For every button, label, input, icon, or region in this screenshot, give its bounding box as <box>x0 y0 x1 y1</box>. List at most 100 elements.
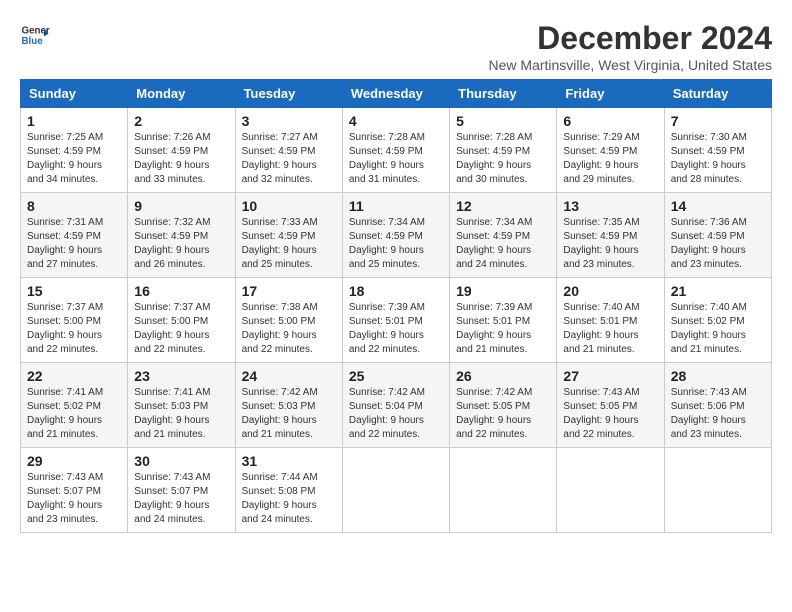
sunset: Sunset: 5:07 PM <box>27 486 101 497</box>
day-number: 7 <box>671 113 765 129</box>
sunset: Sunset: 4:59 PM <box>242 146 316 157</box>
daylight: Daylight: 9 hours and 22 minutes. <box>27 330 102 355</box>
daylight: Daylight: 9 hours and 33 minutes. <box>134 160 209 185</box>
sunset: Sunset: 4:59 PM <box>27 231 101 242</box>
calendar-cell: 18 Sunrise: 7:39 AM Sunset: 5:01 PM Dayl… <box>342 278 449 363</box>
day-number: 12 <box>456 198 550 214</box>
day-number: 5 <box>456 113 550 129</box>
sunrise: Sunrise: 7:27 AM <box>242 132 318 143</box>
sunrise: Sunrise: 7:37 AM <box>27 302 103 313</box>
calendar-cell: 24 Sunrise: 7:42 AM Sunset: 5:03 PM Dayl… <box>235 363 342 448</box>
calendar-cell <box>342 448 449 533</box>
daylight: Daylight: 9 hours and 21 minutes. <box>134 415 209 440</box>
calendar-cell: 16 Sunrise: 7:37 AM Sunset: 5:00 PM Dayl… <box>128 278 235 363</box>
daylight: Daylight: 9 hours and 22 minutes. <box>563 415 638 440</box>
sunset: Sunset: 5:02 PM <box>27 401 101 412</box>
day-number: 15 <box>27 283 121 299</box>
sunset: Sunset: 5:01 PM <box>349 316 423 327</box>
calendar-cell <box>664 448 771 533</box>
calendar-cell: 7 Sunrise: 7:30 AM Sunset: 4:59 PM Dayli… <box>664 108 771 193</box>
sunset: Sunset: 5:03 PM <box>242 401 316 412</box>
calendar-cell <box>450 448 557 533</box>
day-info: Sunrise: 7:43 AM Sunset: 5:07 PM Dayligh… <box>134 471 228 527</box>
day-number: 2 <box>134 113 228 129</box>
day-info: Sunrise: 7:37 AM Sunset: 5:00 PM Dayligh… <box>134 301 228 357</box>
day-info: Sunrise: 7:40 AM Sunset: 5:02 PM Dayligh… <box>671 301 765 357</box>
calendar-cell: 29 Sunrise: 7:43 AM Sunset: 5:07 PM Dayl… <box>21 448 128 533</box>
day-info: Sunrise: 7:30 AM Sunset: 4:59 PM Dayligh… <box>671 131 765 187</box>
day-info: Sunrise: 7:29 AM Sunset: 4:59 PM Dayligh… <box>563 131 657 187</box>
sunrise: Sunrise: 7:32 AM <box>134 217 210 228</box>
sunset: Sunset: 4:59 PM <box>456 231 530 242</box>
daylight: Daylight: 9 hours and 21 minutes. <box>671 330 746 355</box>
sunset: Sunset: 5:00 PM <box>27 316 101 327</box>
day-info: Sunrise: 7:32 AM Sunset: 4:59 PM Dayligh… <box>134 216 228 272</box>
sunrise: Sunrise: 7:34 AM <box>456 217 532 228</box>
calendar-cell: 5 Sunrise: 7:28 AM Sunset: 4:59 PM Dayli… <box>450 108 557 193</box>
day-number: 4 <box>349 113 443 129</box>
daylight: Daylight: 9 hours and 21 minutes. <box>456 330 531 355</box>
sunset: Sunset: 5:05 PM <box>456 401 530 412</box>
sunset: Sunset: 4:59 PM <box>27 146 101 157</box>
sunrise: Sunrise: 7:40 AM <box>671 302 747 313</box>
calendar-header-sunday: Sunday <box>21 80 128 108</box>
day-number: 17 <box>242 283 336 299</box>
daylight: Daylight: 9 hours and 24 minutes. <box>242 500 317 525</box>
day-number: 21 <box>671 283 765 299</box>
calendar-header-tuesday: Tuesday <box>235 80 342 108</box>
sunset: Sunset: 4:59 PM <box>349 231 423 242</box>
calendar-table: SundayMondayTuesdayWednesdayThursdayFrid… <box>20 79 772 533</box>
day-info: Sunrise: 7:41 AM Sunset: 5:02 PM Dayligh… <box>27 386 121 442</box>
day-number: 16 <box>134 283 228 299</box>
page-header: General Blue December 2024 New Martinsvi… <box>20 20 772 73</box>
day-number: 30 <box>134 453 228 469</box>
calendar-cell <box>557 448 664 533</box>
daylight: Daylight: 9 hours and 24 minutes. <box>456 245 531 270</box>
day-info: Sunrise: 7:26 AM Sunset: 4:59 PM Dayligh… <box>134 131 228 187</box>
sunrise: Sunrise: 7:43 AM <box>27 472 103 483</box>
sunset: Sunset: 4:59 PM <box>134 231 208 242</box>
sunset: Sunset: 4:59 PM <box>242 231 316 242</box>
daylight: Daylight: 9 hours and 21 minutes. <box>563 330 638 355</box>
daylight: Daylight: 9 hours and 31 minutes. <box>349 160 424 185</box>
daylight: Daylight: 9 hours and 30 minutes. <box>456 160 531 185</box>
sunset: Sunset: 5:08 PM <box>242 486 316 497</box>
sunrise: Sunrise: 7:30 AM <box>671 132 747 143</box>
sunset: Sunset: 4:59 PM <box>671 231 745 242</box>
day-number: 26 <box>456 368 550 384</box>
day-info: Sunrise: 7:38 AM Sunset: 5:00 PM Dayligh… <box>242 301 336 357</box>
day-number: 25 <box>349 368 443 384</box>
day-number: 6 <box>563 113 657 129</box>
sunrise: Sunrise: 7:38 AM <box>242 302 318 313</box>
sunrise: Sunrise: 7:42 AM <box>349 387 425 398</box>
day-number: 19 <box>456 283 550 299</box>
daylight: Daylight: 9 hours and 21 minutes. <box>27 415 102 440</box>
calendar-cell: 1 Sunrise: 7:25 AM Sunset: 4:59 PM Dayli… <box>21 108 128 193</box>
day-info: Sunrise: 7:43 AM Sunset: 5:06 PM Dayligh… <box>671 386 765 442</box>
calendar-cell: 20 Sunrise: 7:40 AM Sunset: 5:01 PM Dayl… <box>557 278 664 363</box>
daylight: Daylight: 9 hours and 28 minutes. <box>671 160 746 185</box>
day-number: 14 <box>671 198 765 214</box>
sunrise: Sunrise: 7:34 AM <box>349 217 425 228</box>
day-info: Sunrise: 7:42 AM Sunset: 5:03 PM Dayligh… <box>242 386 336 442</box>
day-number: 20 <box>563 283 657 299</box>
day-number: 29 <box>27 453 121 469</box>
sunset: Sunset: 4:59 PM <box>349 146 423 157</box>
day-info: Sunrise: 7:36 AM Sunset: 4:59 PM Dayligh… <box>671 216 765 272</box>
sunrise: Sunrise: 7:28 AM <box>456 132 532 143</box>
calendar-week-row: 8 Sunrise: 7:31 AM Sunset: 4:59 PM Dayli… <box>21 193 772 278</box>
day-info: Sunrise: 7:27 AM Sunset: 4:59 PM Dayligh… <box>242 131 336 187</box>
svg-text:Blue: Blue <box>22 36 44 47</box>
sunrise: Sunrise: 7:43 AM <box>563 387 639 398</box>
sunrise: Sunrise: 7:28 AM <box>349 132 425 143</box>
sunset: Sunset: 4:59 PM <box>563 231 637 242</box>
sunrise: Sunrise: 7:36 AM <box>671 217 747 228</box>
calendar-week-row: 29 Sunrise: 7:43 AM Sunset: 5:07 PM Dayl… <box>21 448 772 533</box>
sunset: Sunset: 5:03 PM <box>134 401 208 412</box>
daylight: Daylight: 9 hours and 25 minutes. <box>242 245 317 270</box>
day-info: Sunrise: 7:35 AM Sunset: 4:59 PM Dayligh… <box>563 216 657 272</box>
daylight: Daylight: 9 hours and 27 minutes. <box>27 245 102 270</box>
day-number: 13 <box>563 198 657 214</box>
sunrise: Sunrise: 7:41 AM <box>27 387 103 398</box>
calendar-cell: 12 Sunrise: 7:34 AM Sunset: 4:59 PM Dayl… <box>450 193 557 278</box>
